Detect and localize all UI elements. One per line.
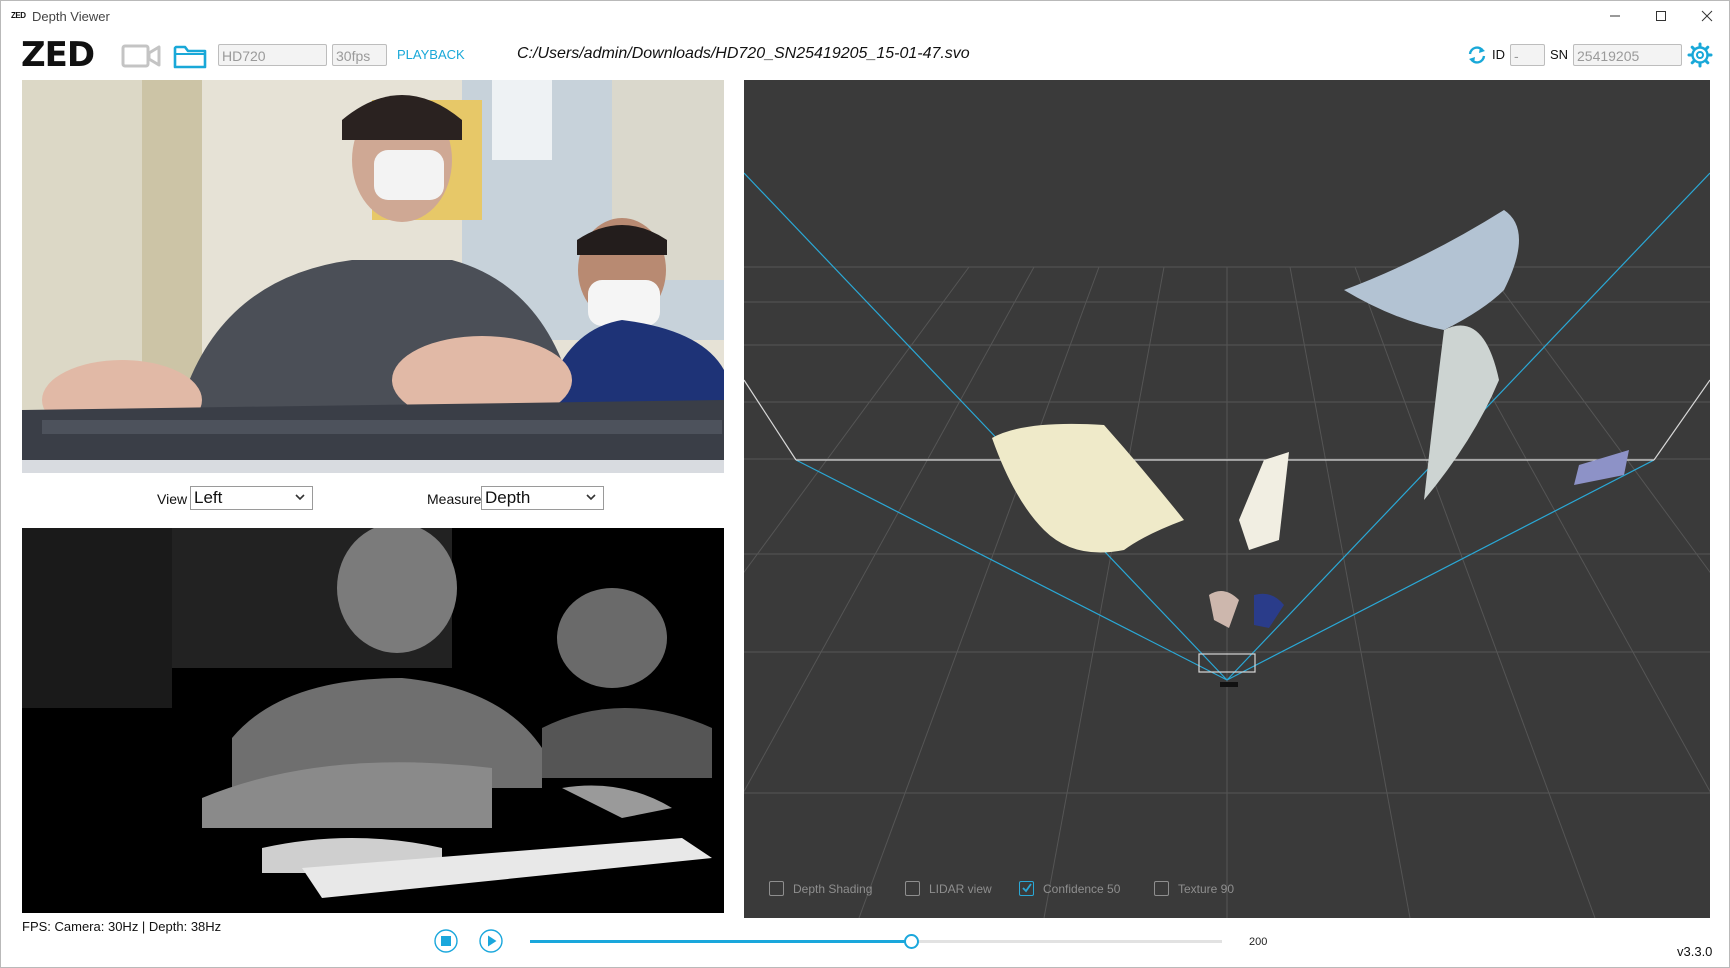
chevron-down-icon: [586, 494, 596, 501]
app-icon: ZED: [11, 11, 26, 20]
view-select-value: Left: [194, 488, 223, 507]
frame-count: 200: [1249, 936, 1268, 948]
view-select[interactable]: Left: [190, 486, 313, 510]
title-bar: ZED Depth Viewer: [1, 1, 1729, 31]
measure-select[interactable]: Depth: [481, 486, 604, 510]
play-icon: [488, 935, 497, 947]
stop-button[interactable]: [434, 929, 458, 953]
maximize-icon: [1656, 11, 1666, 21]
point-cloud-viewer[interactable]: [744, 80, 1710, 918]
measure-select-value: Depth: [485, 488, 531, 507]
checkbox-box: [905, 881, 920, 896]
camera-frame-graphic: [22, 80, 724, 473]
chevron-down-icon: [295, 494, 305, 501]
confidence-label: Confidence 50: [1043, 881, 1121, 896]
maximize-button[interactable]: [1638, 1, 1684, 31]
close-icon: [1701, 10, 1713, 22]
playback-mode-label: PLAYBACK: [397, 47, 465, 62]
checkbox-box: [769, 881, 784, 896]
sn-label: SN: [1550, 47, 1569, 62]
view-label: View: [157, 491, 188, 507]
id-field[interactable]: -: [1510, 44, 1545, 66]
depth-shading-checkbox[interactable]: Depth Shading: [769, 881, 872, 896]
depth-map-image: [22, 528, 724, 913]
confidence-checkbox[interactable]: Confidence 50: [1019, 881, 1120, 896]
lidar-view-checkbox[interactable]: LIDAR view: [905, 881, 992, 896]
point-cloud-graphic: [744, 80, 1710, 918]
checkbox-box: [1154, 881, 1169, 896]
close-button[interactable]: [1684, 1, 1729, 31]
playback-slider-fill: [530, 940, 911, 943]
playback-slider-thumb[interactable]: [903, 934, 919, 949]
texture-label: Texture 90: [1178, 881, 1235, 896]
refresh-icon[interactable]: [1466, 44, 1488, 66]
gear-icon[interactable]: [1687, 42, 1713, 68]
play-button[interactable]: [479, 929, 503, 953]
texture-checkbox[interactable]: Texture 90: [1154, 881, 1234, 896]
file-path: C:/Users/admin/Downloads/HD720_SN2541920…: [517, 45, 970, 62]
resolution-field[interactable]: HD720: [218, 44, 327, 66]
folder-icon[interactable]: [173, 43, 207, 69]
window-title: Depth Viewer: [32, 9, 110, 24]
measure-label: Measure: [427, 491, 482, 507]
id-label: ID: [1492, 47, 1505, 62]
depth-viewer-window: ZED Depth Viewer ZED HD720 30fps PLAYBAC…: [0, 0, 1730, 968]
version-label: v3.3.0: [1677, 944, 1713, 959]
left-camera-image: [22, 80, 724, 473]
fps-status: FPS: Camera: 30Hz | Depth: 38Hz: [22, 919, 222, 934]
stop-icon: [441, 936, 451, 946]
checkbox-box: [1019, 881, 1034, 896]
playback-slider[interactable]: [530, 934, 1222, 949]
minimize-button[interactable]: [1592, 1, 1638, 31]
fps-field[interactable]: 30fps: [332, 44, 387, 66]
zed-logo: ZED: [21, 35, 95, 75]
minimize-icon: [1610, 15, 1620, 17]
checkmark-icon: [1022, 883, 1032, 893]
depth-frame-graphic: [22, 528, 724, 913]
serial-number-field[interactable]: 25419205: [1573, 44, 1682, 66]
video-camera-icon[interactable]: [121, 43, 161, 69]
lidar-view-label: LIDAR view: [929, 881, 992, 896]
depth-shading-label: Depth Shading: [793, 881, 873, 896]
